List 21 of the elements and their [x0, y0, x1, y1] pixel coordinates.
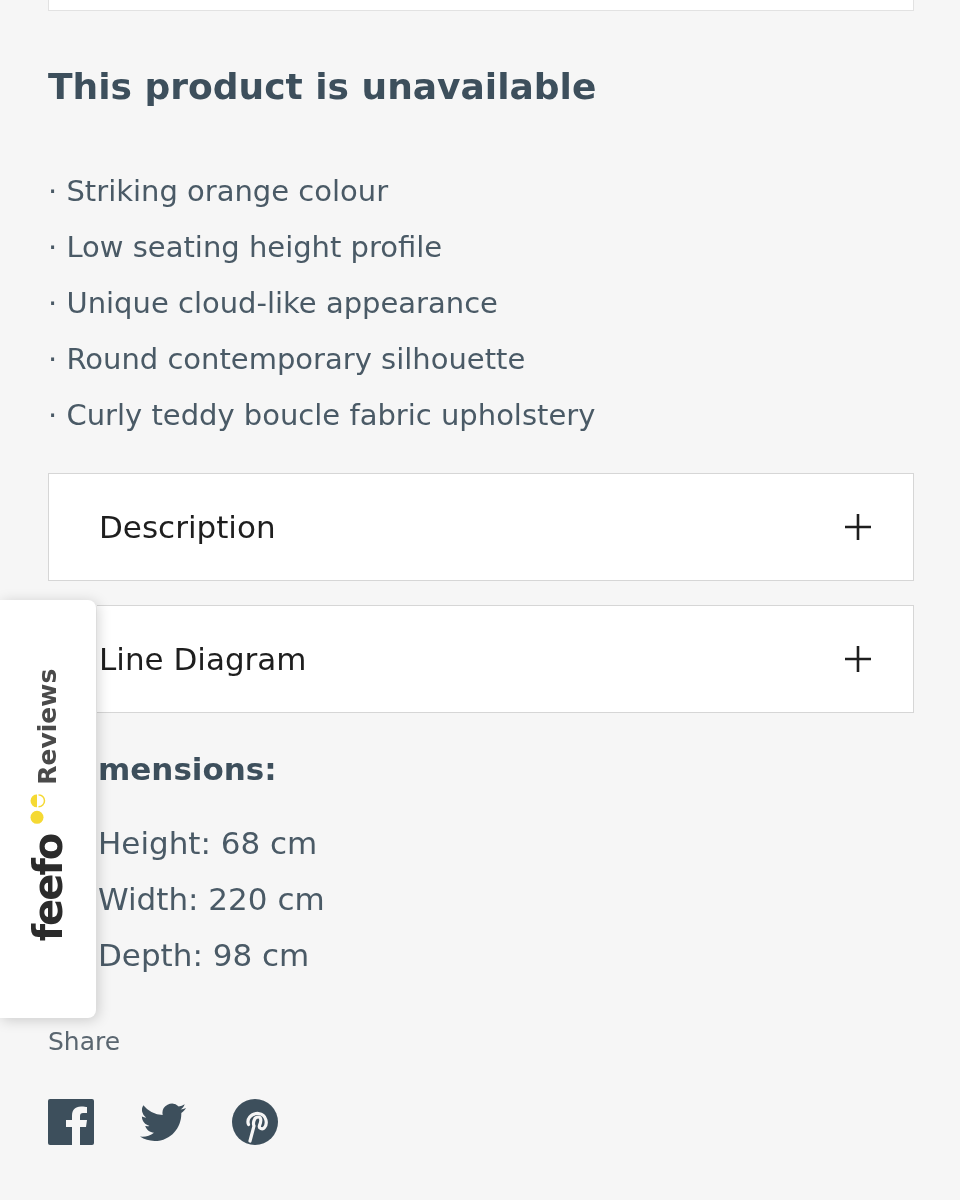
- reviews-tab[interactable]: feefo Reviews: [0, 600, 96, 1018]
- plus-icon: [843, 644, 873, 674]
- dimension-item: Height: 68 cm: [98, 824, 319, 863]
- dimension-item: Width: 220 cm: [98, 880, 326, 919]
- feature-item: · Unique cloud-like appearance: [48, 285, 499, 322]
- feature-item: · Striking orange colour: [48, 173, 390, 210]
- dots-icon: [28, 794, 46, 825]
- accordion-header[interactable]: Line Diagram: [97, 605, 914, 713]
- dimension-item: Depth: 98 cm: [98, 936, 311, 975]
- pinterest-icon[interactable]: [232, 1099, 278, 1145]
- plus-icon: [843, 512, 873, 542]
- accordion-header[interactable]: Description: [48, 473, 914, 581]
- product-title: This product is unavailable: [48, 65, 598, 109]
- facebook-icon[interactable]: [48, 1099, 94, 1145]
- dimensions-heading: mensions:: [98, 750, 278, 789]
- feature-item: · Round contemporary silhouette: [48, 341, 527, 378]
- share-label: Share: [48, 1026, 122, 1058]
- feature-item: · Low seating height profile: [48, 229, 444, 266]
- feature-item: · Curly teddy boucle fabric upholstery: [48, 397, 597, 434]
- feefo-logo[interactable]: feefo: [26, 834, 70, 942]
- reviews-label[interactable]: Reviews: [33, 668, 63, 785]
